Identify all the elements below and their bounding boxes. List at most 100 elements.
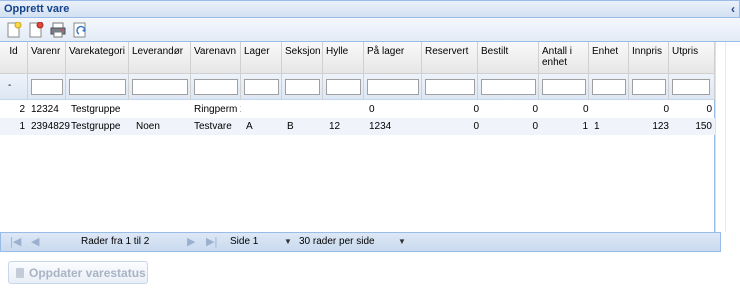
cell-enhet: 1 [594,121,600,132]
cell-bestilt: 0 [532,104,538,115]
filter-input-enhet[interactable] [592,79,626,95]
vare-grid: Id Varenr Varekategori Leverandør Varena… [0,42,715,232]
page-select[interactable]: Side 1 [230,236,258,247]
table-row[interactable]: 2 12324 Testgruppe Ringperm 2 0 0 0 0 0 … [0,101,715,118]
first-page-icon[interactable]: |◀ [10,235,21,248]
column-header-seksjon[interactable]: Seksjon [282,42,323,74]
filter-input-bestilt[interactable] [481,79,536,95]
filter-input-innpris[interactable] [632,79,666,95]
column-header-innpris[interactable]: Innpris [629,42,669,74]
grid-filter-row: - [0,74,715,100]
filter-cell-seksjon [282,74,323,100]
filter-cell-pa-lager [364,74,422,100]
cell-bestilt: 0 [532,121,538,132]
column-header-antall-i-enhet[interactable]: Antall i enhet [539,42,589,74]
filter-cell-leverandor [129,74,191,100]
filter-input-reservert[interactable] [425,79,475,95]
filter-cell-lager [241,74,282,100]
column-header-bestilt[interactable]: Bestilt [478,42,539,74]
cell-pa-lager: 1234 [369,121,392,132]
filter-input-antall-i-enhet[interactable] [542,79,586,95]
column-header-pa-lager[interactable]: På lager [364,42,422,74]
grid-pager: |◀ ◀ Rader fra 1 til 2 ▶ ▶| Side 1 ▼ 30 … [0,232,721,252]
opprett-vare-panel: Opprett vare ‹ Id Varenr Varekategori Le… [0,0,740,256]
cell-lager: A [246,121,253,132]
refresh-icon[interactable] [72,22,88,38]
cell-innpris: 0 [663,104,669,115]
grid-header-row: Id Varenr Varekategori Leverandør Varena… [0,42,715,74]
grid-toolbar [0,18,740,42]
column-header-id[interactable]: Id [0,42,28,74]
delete-document-icon[interactable] [28,22,44,38]
filter-input-hylle[interactable] [326,79,361,95]
new-document-icon[interactable] [6,22,22,38]
table-row[interactable]: 1 23948293 Testgruppe Noen Testvare A B … [0,118,715,135]
cell-utpris: 0 [706,104,712,115]
last-page-icon[interactable]: ▶| [206,235,217,248]
cell-antall-i-enhet: 1 [582,121,588,132]
collapse-icon[interactable]: ‹ [731,2,735,16]
cell-varekategori: Testgruppe [71,104,121,115]
column-header-utpris[interactable]: Utpris [669,42,715,74]
filter-cell-bestilt [478,74,539,100]
filter-cell-reservert [422,74,478,100]
rows-per-page-dropdown-icon[interactable]: ▼ [398,237,406,246]
filter-input-seksjon[interactable] [285,79,320,95]
filter-input-varekategori[interactable] [69,79,126,95]
pager-range-text: Rader fra 1 til 2 [81,236,150,247]
cell-reservert: 0 [473,104,479,115]
filter-cell-hylle [323,74,364,100]
cell-id: 1 [19,121,25,132]
filter-cell-varekategori [66,74,129,100]
filter-input-varenr[interactable] [31,79,63,95]
filter-input-leverandor[interactable] [132,79,188,95]
page-dropdown-icon[interactable]: ▼ [284,237,292,246]
cell-id: 2 [19,104,25,115]
column-header-enhet[interactable]: Enhet [589,42,629,74]
column-header-lager[interactable]: Lager [241,42,282,74]
filter-input-utpris[interactable] [672,79,710,95]
column-header-reservert[interactable]: Reservert [422,42,478,74]
cell-lager [243,104,282,117]
filter-cell-varenr [28,74,66,100]
previous-page-icon[interactable]: ◀ [31,235,39,248]
cell-varenavn: Testvare [194,121,232,132]
filter-cell-enhet [589,74,629,100]
filter-row-marker: - [0,74,28,100]
update-status-button[interactable]: Oppdater varestatus [8,261,148,284]
filter-marker-text: - [8,80,12,91]
update-status-label: Oppdater varestatus [29,266,146,280]
filter-input-pa-lager[interactable] [367,79,419,95]
cell-pa-lager: 0 [369,104,375,115]
column-header-hylle[interactable]: Hylle [323,42,364,74]
cell-hylle [326,104,364,117]
update-status-icon [16,268,24,278]
filter-input-lager[interactable] [244,79,279,95]
filter-cell-innpris [629,74,669,100]
filter-cell-varenavn [191,74,241,100]
cell-utpris: 150 [695,121,712,132]
filter-cell-antall-i-enhet [539,74,589,100]
column-header-leverandor[interactable]: Leverandør [129,42,191,74]
filter-cell-utpris [669,74,715,100]
cell-varekategori: Testgruppe [71,121,121,132]
cell-reservert: 0 [473,121,479,132]
cell-varenr: 12324 [31,104,59,115]
cell-seksjon [284,104,323,117]
grid-vertical-scrollbar[interactable] [715,42,740,232]
cell-seksjon: B [287,121,294,132]
rows-per-page-select[interactable]: 30 rader per side [299,236,375,247]
cell-varenr: 23948293 [31,121,70,132]
column-header-varenr[interactable]: Varenr [28,42,66,74]
panel-header: Opprett vare ‹ [0,0,740,18]
cell-innpris: 123 [652,121,669,132]
cell-hylle: 12 [329,121,341,132]
column-header-varekategori[interactable]: Varekategori [66,42,129,74]
column-header-varenavn[interactable]: Varenavn [191,42,241,74]
next-page-icon[interactable]: ▶ [187,235,195,248]
cell-leverandor: Noen [136,121,160,132]
filter-input-varenavn[interactable] [194,79,238,95]
scrollbar-track [725,42,726,232]
panel-title: Opprett vare [4,3,70,15]
print-icon[interactable] [50,22,66,38]
